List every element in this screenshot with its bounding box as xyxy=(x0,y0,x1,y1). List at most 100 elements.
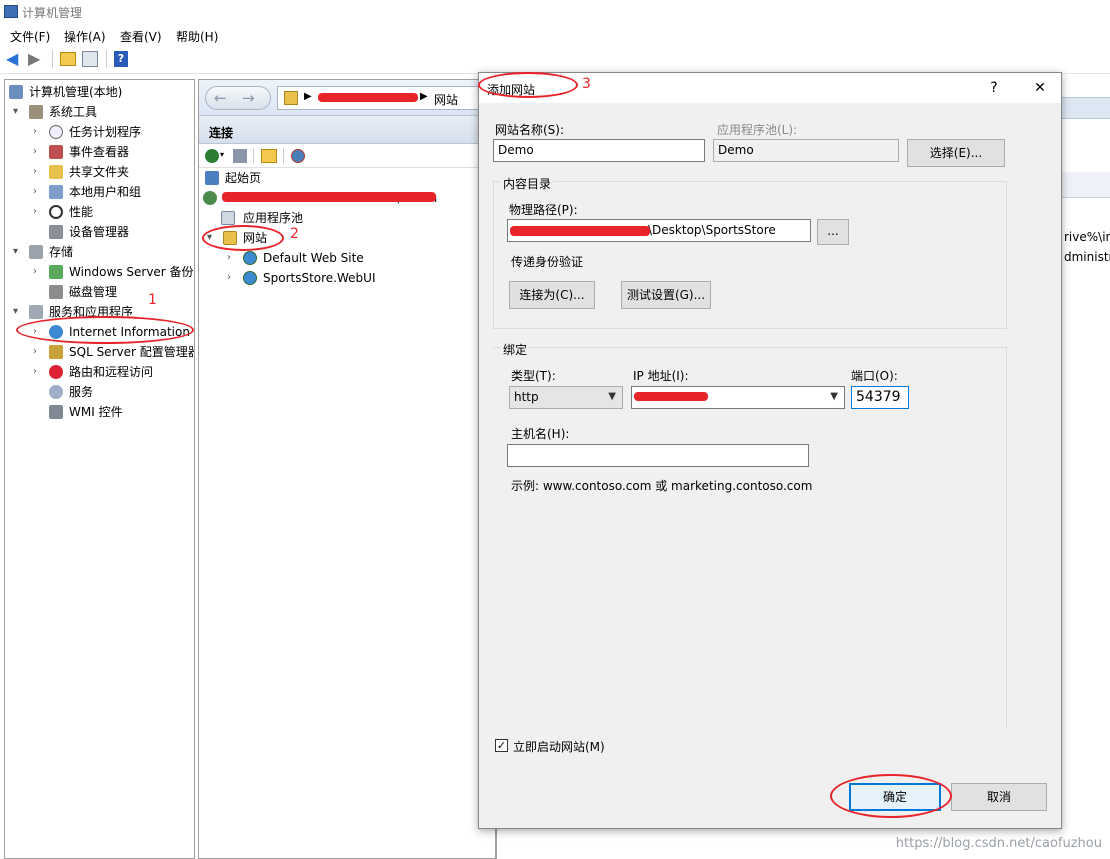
toolbar-separator xyxy=(253,148,254,164)
type-select[interactable]: http ▼ xyxy=(509,386,623,409)
clock-icon xyxy=(49,125,63,139)
binding-title: 绑定 xyxy=(501,341,530,358)
annotation-circle xyxy=(202,225,284,251)
app-pool-field: Demo xyxy=(713,139,899,162)
tree-item-label: 系统工具 xyxy=(49,105,98,119)
disconnect-icon[interactable] xyxy=(291,149,305,163)
redaction-mark xyxy=(318,93,418,102)
dropdown-arrow-icon[interactable]: ▾ xyxy=(220,150,224,159)
connections-toolbar: ▾ xyxy=(199,144,495,168)
toolbar-separator xyxy=(106,50,107,68)
chevron-right-icon[interactable]: › xyxy=(33,122,43,142)
site-name-input[interactable]: Demo xyxy=(493,139,705,162)
passthrough-auth-label: 传递身份验证 xyxy=(511,255,584,269)
tree-item-label: 设备管理器 xyxy=(69,225,130,239)
chevron-right-icon[interactable]: › xyxy=(33,142,43,162)
tree-root-label: 计算机管理(本地) xyxy=(29,85,123,99)
tree-item-label: 事件查看器 xyxy=(69,145,130,159)
connect-as-button[interactable]: 连接为(C)... xyxy=(509,281,595,309)
port-input[interactable]: 54379 xyxy=(851,386,909,409)
toolbar-separator xyxy=(52,50,53,68)
chevron-right-icon[interactable]: › xyxy=(33,342,43,362)
hostname-input[interactable] xyxy=(507,444,809,467)
sql-server-icon xyxy=(49,345,63,359)
annotation-circle xyxy=(830,774,952,818)
chevron-right-icon[interactable]: › xyxy=(227,248,237,268)
content-directory-title: 内容目录 xyxy=(501,175,554,192)
menu-file[interactable]: 文件(F) xyxy=(10,28,50,45)
breadcrumb-chevron-icon: ▶ xyxy=(304,91,312,102)
computer-icon xyxy=(9,85,23,99)
browse-button[interactable]: ... xyxy=(817,219,849,245)
up-folder-icon[interactable] xyxy=(60,52,76,66)
start-page-icon xyxy=(205,171,219,185)
port-label: 端口(O): xyxy=(851,369,898,383)
save-icon[interactable] xyxy=(233,149,247,163)
chevron-down-icon[interactable]: ▾ xyxy=(13,242,23,262)
main-toolbar: ◀ ▶ ? xyxy=(0,46,1110,74)
tree-item-label: 路由和远程访问 xyxy=(69,365,154,379)
watermark: https://blog.csdn.net/caofuzhou xyxy=(895,836,1102,851)
background-text: dministr xyxy=(1064,250,1110,264)
site-item-label: SportsStore.WebUI xyxy=(263,271,376,285)
breadcrumb-chevron-icon: ▶ xyxy=(420,91,428,102)
connect-globe-icon[interactable] xyxy=(205,149,219,163)
content-header-band xyxy=(1062,97,1110,119)
select-app-pool-button[interactable]: 选择(E)... xyxy=(907,139,1005,167)
annotation-number: 2 xyxy=(290,226,299,242)
annotation-circle xyxy=(478,72,578,98)
menu-action[interactable]: 操作(A) xyxy=(64,28,106,45)
start-immediately-label: 立即启动网站(M) xyxy=(513,740,605,754)
site-name-label: 网站名称(S): xyxy=(495,123,565,137)
nav-buttons: ← → xyxy=(205,86,271,110)
services-apps-icon xyxy=(29,305,43,319)
chevron-right-icon[interactable]: › xyxy=(33,262,43,282)
tools-icon xyxy=(29,105,43,119)
breadcrumb-sites[interactable]: 网站 xyxy=(434,91,458,108)
globe-icon xyxy=(243,271,257,285)
annotation-circle xyxy=(16,316,194,344)
chevron-down-icon[interactable]: ▾ xyxy=(13,302,23,322)
chevron-right-icon[interactable]: › xyxy=(227,268,237,288)
tree-item-label: 服务 xyxy=(69,385,94,399)
forward-arrow-icon[interactable]: → xyxy=(242,89,255,107)
server-icon xyxy=(203,191,217,205)
tree-item-label: 磁盘管理 xyxy=(69,285,118,299)
annotation-number: 1 xyxy=(148,292,157,308)
chevron-down-icon[interactable]: ▾ xyxy=(13,102,23,122)
computer-management-icon xyxy=(4,5,18,18)
forward-arrow-icon[interactable]: ▶ xyxy=(28,51,40,67)
routing-icon xyxy=(49,365,63,379)
menu-view[interactable]: 查看(V) xyxy=(120,28,162,45)
chevron-right-icon[interactable]: › xyxy=(33,162,43,182)
close-icon[interactable]: ✕ xyxy=(1025,77,1055,99)
help-icon[interactable]: ? xyxy=(114,51,128,67)
up-folder-icon[interactable] xyxy=(261,149,277,163)
start-immediately-checkbox[interactable]: ✓ xyxy=(495,739,508,752)
example-text: 示例: www.contoso.com 或 marketing.contoso.… xyxy=(511,479,813,493)
tree-item-label: WMI 控件 xyxy=(69,405,123,419)
chevron-right-icon[interactable]: › xyxy=(33,202,43,222)
tree-item-label: 存储 xyxy=(49,245,74,259)
site-item-label: Default Web Site xyxy=(263,251,364,265)
redaction-mark xyxy=(634,392,708,401)
back-arrow-icon[interactable]: ◀ xyxy=(6,51,18,67)
backup-icon xyxy=(49,265,63,279)
connections-header: 连接 xyxy=(199,116,495,144)
help-icon[interactable]: ? xyxy=(979,77,1009,99)
chevron-right-icon[interactable]: › xyxy=(33,182,43,202)
device-manager-icon xyxy=(49,225,63,239)
title-bar: 计算机管理 xyxy=(0,0,1110,24)
test-settings-button[interactable]: 测试设置(G)... xyxy=(621,281,711,309)
cancel-button[interactable]: 取消 xyxy=(951,783,1047,811)
chevron-right-icon[interactable]: › xyxy=(33,362,43,382)
hostname-label: 主机名(H): xyxy=(511,427,570,441)
background-text: rive%\in xyxy=(1064,230,1110,244)
navigation-tree: 计算机管理(本地) ▾ 系统工具 › 任务计划程序 › 事件查看器 › 共享文件… xyxy=(4,79,195,859)
wmi-icon xyxy=(49,405,63,419)
menu-help[interactable]: 帮助(H) xyxy=(176,28,218,45)
redaction-mark xyxy=(510,226,650,236)
show-hide-tree-icon[interactable] xyxy=(82,51,98,67)
back-arrow-icon[interactable]: ← xyxy=(214,89,227,107)
start-page-label: 起始页 xyxy=(225,171,262,185)
